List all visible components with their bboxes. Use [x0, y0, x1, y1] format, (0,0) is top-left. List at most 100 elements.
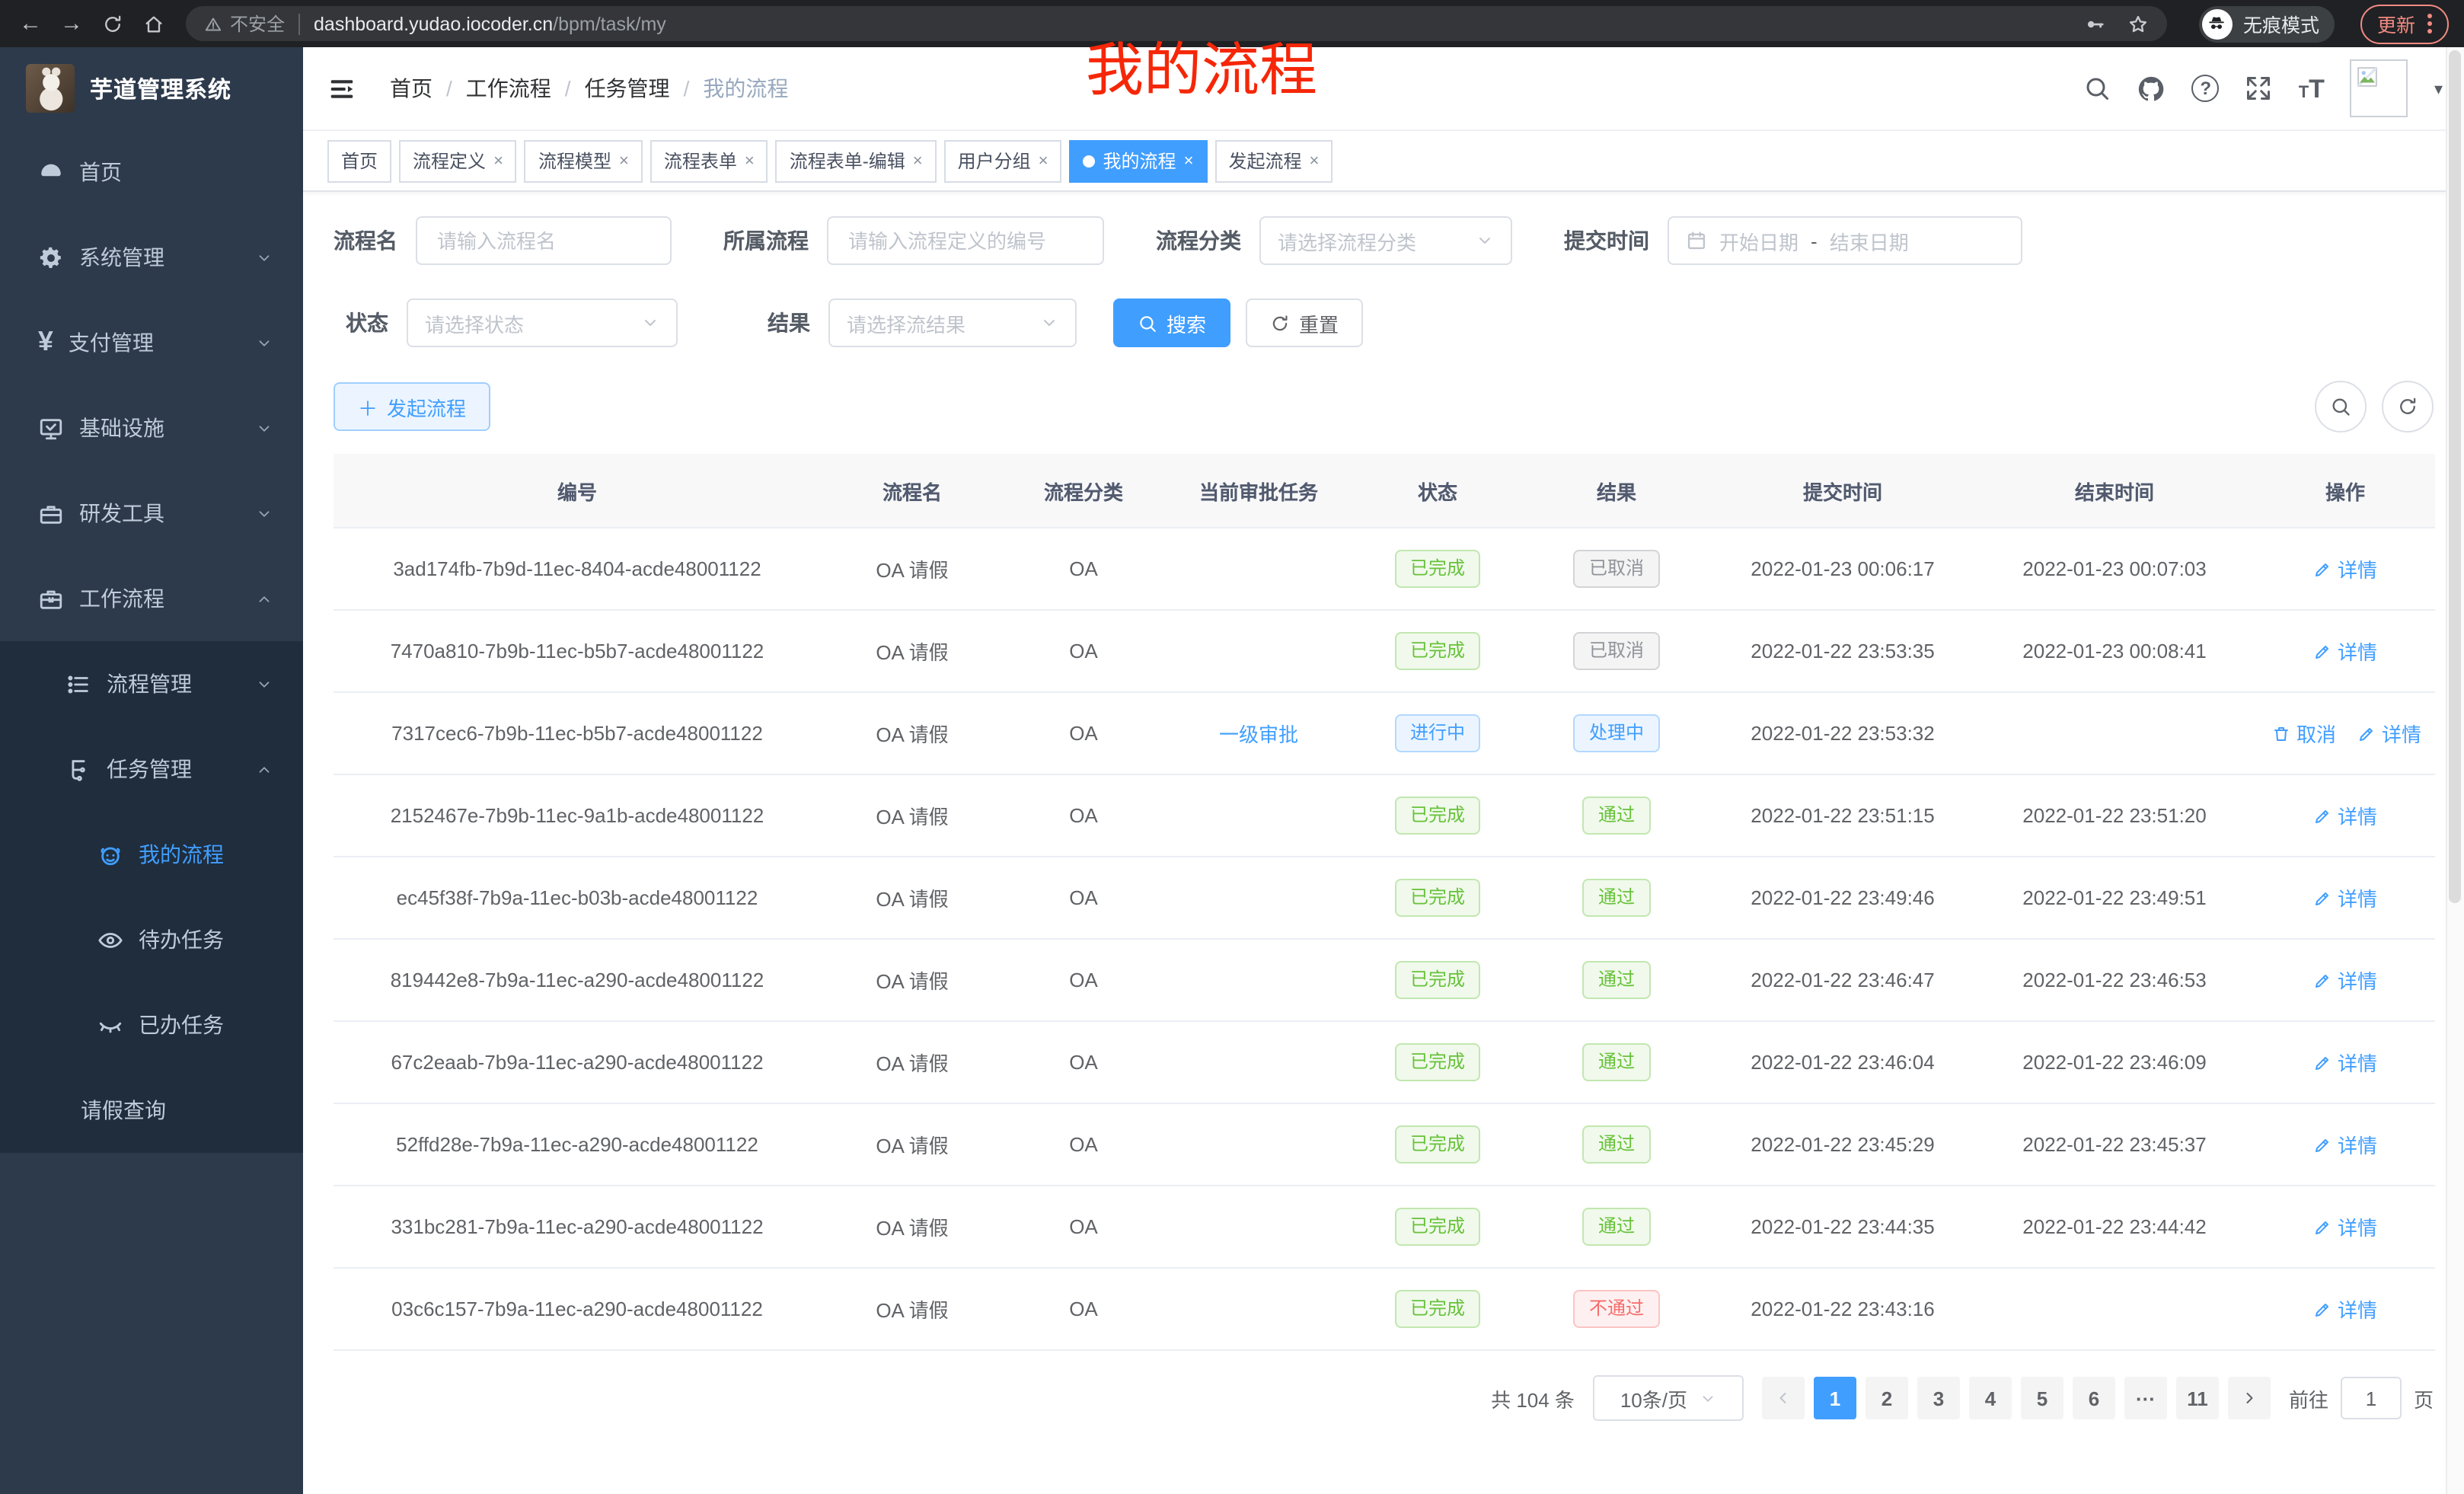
sidebar-item-请假查询[interactable]: 请假查询 — [0, 1068, 303, 1153]
close-icon[interactable]: × — [1309, 152, 1319, 170]
cell-status: 已完成 — [1354, 1186, 1521, 1268]
sidebar-item-我的流程[interactable]: 我的流程 — [0, 812, 303, 897]
page-button-6[interactable]: 6 — [2073, 1377, 2115, 1419]
scrollbar-thumb[interactable] — [2449, 50, 2461, 903]
home-icon[interactable] — [139, 8, 169, 39]
chevron-up-icon — [256, 590, 273, 607]
page-button-5[interactable]: 5 — [2021, 1377, 2063, 1419]
status-select[interactable]: 请选择状态 — [407, 298, 678, 347]
page-button-11[interactable]: 11 — [2176, 1377, 2219, 1419]
breadcrumb-item[interactable]: 工作流程 — [466, 73, 551, 104]
detail-button[interactable]: 详情 — [2313, 1212, 2377, 1241]
sidebar-item-已办任务[interactable]: 已办任务 — [0, 982, 303, 1068]
column-header: 结束时间 — [1974, 454, 2255, 528]
pager-ellipsis[interactable]: ··· — [2124, 1377, 2167, 1419]
tab-流程模型[interactable]: 流程模型× — [525, 139, 643, 182]
detail-button[interactable]: 详情 — [2357, 719, 2421, 748]
cell-result: 已取消 — [1521, 528, 1712, 610]
key-icon[interactable] — [2085, 13, 2106, 34]
tab-发起流程[interactable]: 发起流程× — [1214, 139, 1333, 182]
page-size-select[interactable]: 10条/页 — [1593, 1375, 1744, 1421]
close-icon[interactable]: × — [1039, 152, 1048, 170]
detail-button[interactable]: 详情 — [2313, 966, 2377, 994]
page-button-4[interactable]: 4 — [1969, 1377, 2012, 1419]
page-button-1[interactable]: 1 — [1814, 1377, 1856, 1419]
sidebar-item-工作流程[interactable]: 工作流程 — [0, 556, 303, 641]
github-icon[interactable] — [2137, 74, 2166, 103]
sidebar-item-待办任务[interactable]: 待办任务 — [0, 897, 303, 982]
table-header-row: 编号流程名流程分类当前审批任务状态结果提交时间结束时间操作 — [334, 454, 2435, 528]
sidebar-item-支付管理[interactable]: ¥支付管理 — [0, 300, 303, 385]
breadcrumb-item[interactable]: 任务管理 — [585, 73, 670, 104]
tab-用户分组[interactable]: 用户分组× — [944, 139, 1062, 182]
fullscreen-icon[interactable] — [2245, 75, 2273, 102]
detail-button[interactable]: 详情 — [2313, 554, 2377, 583]
detail-button[interactable]: 详情 — [2313, 1294, 2377, 1323]
detail-button[interactable]: 详情 — [2313, 1048, 2377, 1077]
url-bar[interactable]: 不安全 dashboard.yudao.iocoder.cn /bpm/task… — [186, 6, 2167, 41]
sidebar-item-任务管理[interactable]: 任务管理 — [0, 726, 303, 812]
close-icon[interactable]: × — [1184, 152, 1194, 170]
avatar[interactable] — [2351, 59, 2408, 117]
refresh-table-button[interactable] — [2382, 381, 2434, 433]
tab-我的流程[interactable]: 我的流程× — [1070, 139, 1208, 182]
page-button-2[interactable]: 2 — [1866, 1377, 1908, 1419]
close-icon[interactable]: × — [745, 152, 755, 170]
sidebar-item-流程管理[interactable]: 流程管理 — [0, 641, 303, 726]
back-icon[interactable]: ← — [15, 8, 46, 39]
detail-button[interactable]: 详情 — [2313, 1130, 2377, 1159]
tab-流程表单-编辑[interactable]: 流程表单-编辑× — [776, 139, 937, 182]
tab-流程表单[interactable]: 流程表单× — [650, 139, 768, 182]
table-row: ec45f38f-7b9a-11ec-b03b-acde48001122OA 请… — [334, 857, 2435, 939]
close-icon[interactable]: × — [913, 152, 923, 170]
edit-icon — [2313, 971, 2332, 989]
close-icon[interactable]: × — [493, 152, 503, 170]
cell-actions: 详情 — [2255, 774, 2435, 857]
cell-process-name: OA 请假 — [821, 939, 1004, 1021]
detail-button[interactable]: 详情 — [2313, 883, 2377, 912]
category-select[interactable]: 请选择流程分类 — [1259, 216, 1512, 265]
pager: 123456···11 — [1762, 1377, 2271, 1419]
sidebar-item-研发工具[interactable]: 研发工具 — [0, 471, 303, 556]
help-icon[interactable]: ? — [2192, 75, 2220, 102]
search-button[interactable]: 搜索 — [1113, 298, 1230, 347]
goto-page-input[interactable] — [2341, 1377, 2402, 1419]
browser-update-button[interactable]: 更新 — [2360, 4, 2449, 43]
search-icon[interactable] — [2084, 75, 2111, 102]
detail-button[interactable]: 详情 — [2313, 637, 2377, 666]
hamburger-icon[interactable] — [327, 74, 356, 103]
page-button-3[interactable]: 3 — [1917, 1377, 1960, 1419]
sidebar-logo[interactable]: 芋道管理系统 — [0, 47, 303, 129]
breadcrumb-item[interactable]: 首页 — [390, 73, 432, 104]
reset-button[interactable]: 重置 — [1246, 298, 1363, 347]
font-size-icon[interactable]: TT — [2299, 75, 2325, 101]
detail-button[interactable]: 详情 — [2313, 801, 2377, 830]
next-page-button[interactable] — [2228, 1377, 2271, 1419]
reload-icon[interactable] — [97, 8, 128, 39]
sidebar-item-基础设施[interactable]: 基础设施 — [0, 385, 303, 471]
avatar-caret-icon[interactable]: ▾ — [2434, 78, 2443, 98]
sidebar-item-label: 研发工具 — [79, 498, 164, 528]
task-link[interactable]: 一级审批 — [1219, 723, 1298, 746]
cell-end-time: 2022-01-22 23:45:37 — [1974, 1103, 2255, 1186]
sidebar-item-首页[interactable]: 首页 — [0, 129, 303, 215]
submit-time-range-picker[interactable]: 开始日期 - 结束日期 — [1668, 216, 2022, 265]
create-process-button[interactable]: ＋ 发起流程 — [334, 382, 490, 431]
process-name-input[interactable] — [434, 228, 653, 254]
browser-menu-icon[interactable] — [2427, 14, 2432, 34]
forward-icon[interactable]: → — [56, 8, 87, 39]
result-select[interactable]: 请选择流结果 — [828, 298, 1077, 347]
calendar-icon — [1686, 230, 1707, 251]
process-definition-input[interactable] — [845, 228, 1086, 254]
prev-page-button[interactable] — [1762, 1377, 1805, 1419]
sidebar-item-系统管理[interactable]: 系统管理 — [0, 215, 303, 300]
cancel-button[interactable]: 取消 — [2272, 719, 2336, 748]
tab-流程定义[interactable]: 流程定义× — [399, 139, 517, 182]
close-icon[interactable]: × — [619, 152, 629, 170]
toggle-search-button[interactable] — [2315, 381, 2367, 433]
incognito-badge: 无痕模式 — [2199, 5, 2335, 42]
tab-首页[interactable]: 首页 — [327, 139, 391, 182]
star-icon[interactable] — [2127, 13, 2149, 34]
cell-actions: 详情 — [2255, 528, 2435, 610]
scrollbar[interactable] — [2446, 47, 2464, 1494]
